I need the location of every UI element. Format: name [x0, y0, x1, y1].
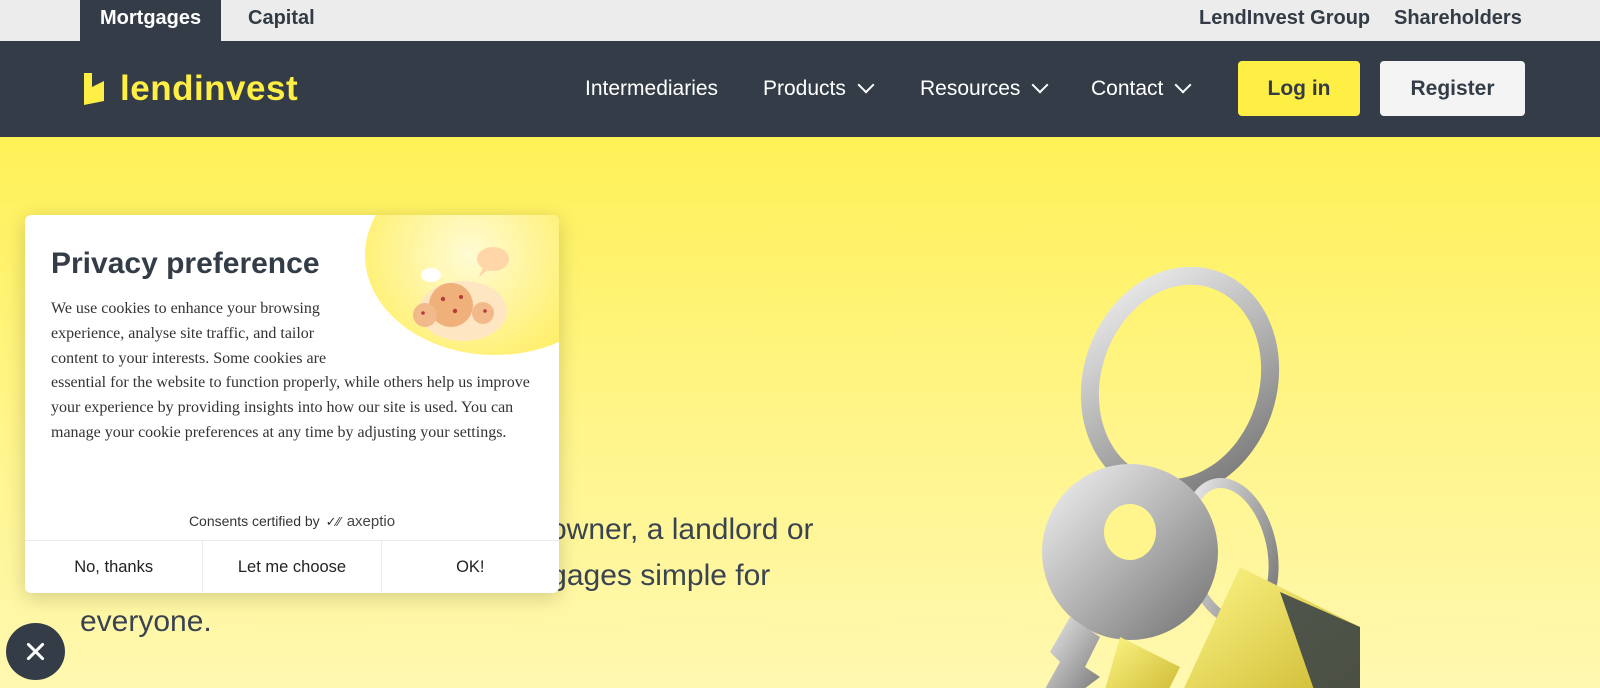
- ok-button[interactable]: OK!: [382, 541, 559, 593]
- chevron-down-icon: [1174, 76, 1192, 94]
- nav-intermediaries-label: Intermediaries: [585, 77, 719, 100]
- nav-products[interactable]: Products: [763, 41, 875, 137]
- house-keys-illustration: [1042, 267, 1360, 688]
- link-lendinvest-group[interactable]: LendInvest Group: [1199, 0, 1370, 41]
- chevron-down-icon: [857, 76, 875, 94]
- consents-certified: Consents certified by ✓⁄⁄ axeptio: [25, 513, 559, 530]
- nav-resources-label: Resources: [920, 77, 1021, 100]
- nav-contact-label: Contact: [1091, 77, 1164, 100]
- axeptio-brand[interactable]: axeptio: [347, 513, 395, 530]
- dialog-body: We use cookies to enhance your browsing …: [51, 297, 541, 446]
- main-nav: lendinvest Intermediaries Products Resou…: [0, 41, 1600, 137]
- nav-contact[interactable]: Contact: [1091, 41, 1192, 137]
- dialog-actions: No, thanks Let me choose OK!: [25, 540, 559, 593]
- close-icon[interactable]: [6, 623, 65, 680]
- top-utility-bar: Mortgages Capital LendInvest Group Share…: [0, 0, 1600, 41]
- tab-capital[interactable]: Capital: [228, 0, 335, 41]
- privacy-preference-dialog: Privacy preference We use cookies to enh…: [25, 215, 559, 593]
- dialog-body-part-1: We use cookies to enhance your browsing …: [51, 300, 327, 367]
- nav-products-label: Products: [763, 77, 846, 100]
- tab-mortgages[interactable]: Mortgages: [80, 0, 222, 41]
- axeptio-check-icon: ✓⁄⁄: [325, 514, 341, 529]
- let-me-choose-button[interactable]: Let me choose: [203, 541, 382, 593]
- no-thanks-button[interactable]: No, thanks: [25, 541, 204, 593]
- logo-icon: [80, 71, 108, 107]
- chevron-down-icon: [1031, 76, 1049, 94]
- nav-intermediaries[interactable]: Intermediaries: [585, 41, 718, 137]
- hero-desc-line-3: everyone.: [80, 605, 212, 638]
- site-logo[interactable]: lendinvest: [80, 69, 298, 109]
- dialog-body-part-2: essential for the website to function pr…: [51, 374, 530, 441]
- register-button[interactable]: Register: [1380, 61, 1525, 116]
- nav-resources[interactable]: Resources: [920, 41, 1049, 137]
- login-button[interactable]: Log in: [1238, 61, 1360, 116]
- logo-text: lendinvest: [120, 69, 299, 108]
- link-shareholders[interactable]: Shareholders: [1394, 0, 1522, 41]
- dialog-title: Privacy preference: [51, 247, 320, 280]
- certified-label: Consents certified by: [188, 513, 320, 529]
